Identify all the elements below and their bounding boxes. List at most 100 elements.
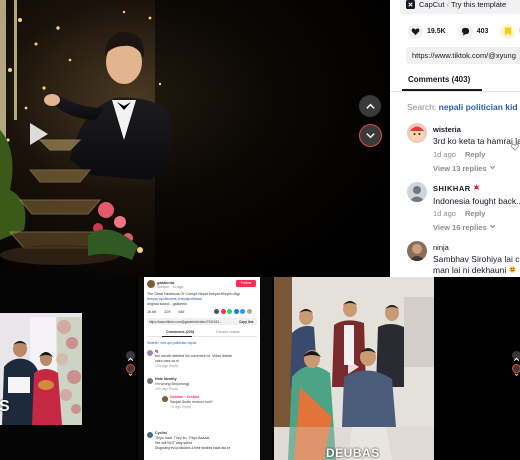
capcut-label: CapCut · Try this template [419,0,507,9]
mini-search: Search: corrupt politician nepal [147,341,197,345]
emoji-icon [508,266,516,273]
comments-tab-bar: Comments (403) [390,71,520,92]
mini-comment-meta: 12h ago Reply [155,364,179,368]
mini-comment-count: 229 [164,310,171,314]
like-button[interactable]: 19.5K [408,24,446,39]
mini-share-count: 646 [178,310,185,314]
share-icon [233,309,239,314]
active-tab-indicator [162,335,192,337]
mini-desc-3: original sound - gaskenlo [147,302,187,306]
capcut-icon [406,0,415,9]
next-video-button[interactable] [359,124,382,147]
avatar [147,432,153,438]
mini-user-sub: Sunken · 1d ago [157,285,184,289]
chevron-up-icon [127,357,134,361]
comment-count: 403 [476,28,489,35]
view-replies-button[interactable]: View 13 replies [433,164,496,173]
share-icon [214,309,219,314]
mini-comment-user: Hide Identity [155,377,177,381]
next-video-button[interactable] [126,364,135,376]
like-count: 19.5K [427,28,446,35]
chevron-up-icon [365,103,375,109]
share-icon [227,309,232,314]
mini-comment-text: I'm wrong Bro(wrong) [155,382,190,386]
comment-username[interactable]: ninja [433,243,449,252]
avatar [147,280,155,288]
search-query: nepali politician kid [438,102,518,112]
comment-time: 1d ago [433,150,456,159]
related-search[interactable]: Search: nepali politician kid [407,102,520,112]
mini-comment-text: vako pani xa ni [155,359,179,363]
thumbnail-caption: DEUBAS [326,446,380,460]
video-thumbnail-1[interactable]: S [0,277,136,460]
comments-panel: CapCut · Try this template 19.5K 403 htt… [390,0,520,277]
comment-text-line2: man lai ni dekhauni [433,265,516,275]
mini-comments-panel: gaskenlo Sunken · 1d ago Follow The Grea… [144,277,260,460]
previous-video-button[interactable] [126,351,135,361]
reply-button[interactable]: Reply [465,209,485,218]
mini-comment-user: Gokhan · Creator [170,395,200,399]
next-video-button[interactable] [512,364,520,376]
chevron-down-icon [489,224,495,229]
share-icon [220,309,226,314]
mini-comment-text: Thiyo Aaal. They ko. Thiyo Aaaaal, [155,436,211,440]
avatar [147,378,153,384]
comment-like-icon[interactable] [511,138,519,156]
avatar[interactable] [407,241,427,261]
avatar[interactable] [407,123,427,143]
comment-time: 1d ago [433,209,456,218]
reply-button[interactable]: Reply [465,150,485,159]
capcut-template-link[interactable]: CapCut · Try this template [400,0,520,14]
comment-username[interactable]: SHIKHAR [433,184,480,193]
comment-text: Sambhav Sirohiya lai ch [433,254,520,264]
previous-video-button[interactable] [512,351,520,361]
mini-tab-creator: Creator videos [216,330,240,334]
avatar[interactable] [407,182,427,202]
comment-button[interactable]: 403 [457,24,489,39]
video-frame [0,0,390,277]
mini-comment-user: ig [155,349,159,353]
video-thumbnail-4[interactable] [434,277,520,460]
play-icon[interactable] [30,123,48,145]
video-frame [0,313,82,425]
video-url-field[interactable]: https://www.tiktok.com/@xyung [406,47,520,64]
mini-comment-text: Sanjall Sudhi reckon! huh? [170,400,213,404]
chevron-down-icon [489,165,495,170]
mini-comment-meta: 7h ago Reply [170,405,192,409]
play-icon[interactable] [348,360,359,374]
video-stats: 19.5K 403 55 [408,24,520,39]
video-thumbnail-3[interactable]: DEUBAS [274,277,434,460]
heart-outline-icon [511,143,519,151]
chevron-down-icon [366,133,375,139]
comment-text: Indonesia fought back.. [433,196,520,206]
previous-video-button[interactable] [359,95,381,117]
video-thumbnail-2[interactable]: gaskenlo Sunken · 1d ago Follow The Grea… [138,277,272,460]
mini-url-field: https://www.tiktok.com/@gaskenlo/video/7… [147,318,257,325]
comment-item [407,182,427,202]
comment-icon [461,27,469,36]
mini-follow-button: Follow [236,280,256,287]
mini-comment-text: Disgusting evil politicians & their fami… [155,446,231,450]
heart-icon [411,28,420,36]
mini-desc-1: The Great Nefarious Of Corrupt Nepal #ne… [147,292,241,296]
mini-comment-user: Cyclist [155,431,167,435]
view-replies-button[interactable]: View 16 replies [433,223,496,232]
share-icon [246,309,252,314]
avatar [162,396,168,402]
thumbnail-caption: S [0,398,10,415]
tab-comments[interactable]: Comments (403) [408,75,470,84]
mini-comment-meta: 10h ago Reply [155,387,179,391]
search-prefix: Search: [407,102,437,112]
comment-text: 3rd ko keta ta hamrai la [433,136,520,146]
mini-share-icons [214,309,252,314]
share-icon [240,309,245,314]
chevron-down-icon [514,373,519,376]
video-player-main[interactable] [0,0,390,277]
chevron-down-icon [128,373,133,376]
bookmark-icon [504,27,512,36]
chevron-up-icon [513,357,520,361]
mini-comment-text: We will NOT stay silent [155,441,192,445]
comment-username[interactable]: wisteria [433,125,461,134]
active-tab-indicator [402,89,482,91]
save-button[interactable]: 55 [500,24,520,39]
